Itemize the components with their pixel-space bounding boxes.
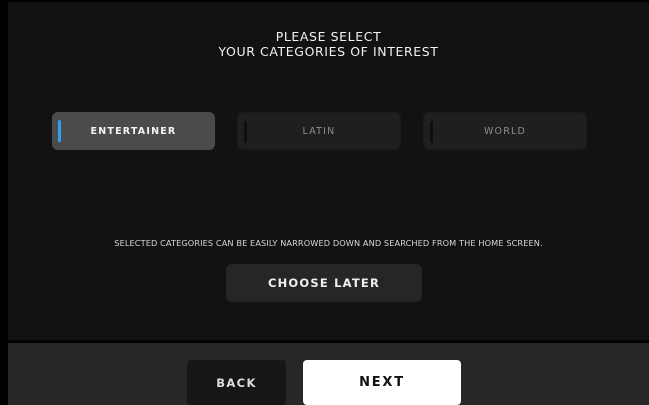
category-tile-entertainer[interactable]: ENTERTAINER (52, 112, 215, 150)
title-line-2: YOUR CATEGORIES OF INTEREST (218, 44, 439, 59)
info-text: SELECTED CATEGORIES CAN BE EASILY NARROW… (114, 238, 543, 248)
next-button[interactable]: NEXT (303, 360, 461, 405)
title-line-1: PLEASE SELECT (275, 29, 382, 44)
unselected-marker (430, 121, 433, 143)
choose-later-button[interactable]: CHOOSE LATER (226, 264, 422, 302)
selection-panel: PLEASE SELECT YOUR CATEGORIES OF INTERES… (8, 2, 649, 340)
category-label: ENTERTAINER (90, 125, 177, 137)
category-label: WORLD (483, 125, 527, 137)
selected-marker (58, 120, 61, 142)
back-button[interactable]: BACK (187, 360, 286, 405)
page-title: PLEASE SELECT YOUR CATEGORIES OF INTERES… (8, 29, 649, 59)
category-selection-screen: PLEASE SELECT YOUR CATEGORIES OF INTERES… (0, 0, 649, 405)
category-tile-world[interactable]: WORLD (423, 112, 587, 150)
unselected-marker (244, 121, 247, 143)
category-tile-latin[interactable]: LATIN (237, 112, 401, 150)
category-label: LATIN (302, 125, 336, 137)
footer-bar: BACK NEXT (8, 343, 649, 405)
